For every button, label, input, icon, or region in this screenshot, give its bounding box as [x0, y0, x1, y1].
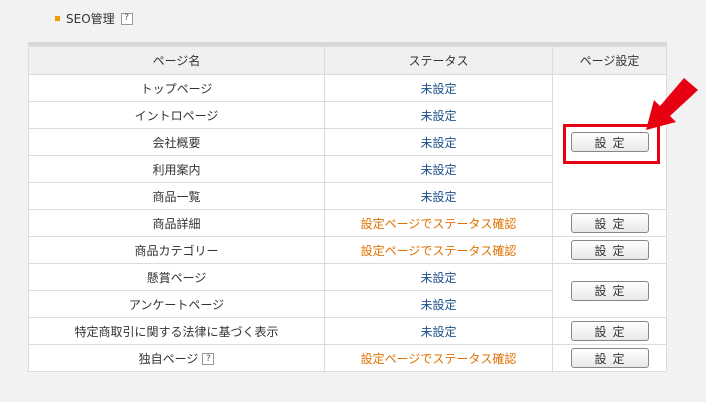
table-row: 独自ページ? 設定ページでステータス確認 設定 — [28, 344, 667, 372]
settings-cell: 設定 — [552, 236, 667, 264]
header-page-name: ページ名 — [28, 46, 325, 75]
page-name: 特定商取引に関する法律に基づく表示 — [28, 317, 325, 345]
settings-button-product-detail[interactable]: 設定 — [570, 213, 649, 233]
page-status: 未設定 — [323, 290, 554, 318]
page-name: 会社概要 — [28, 128, 325, 156]
page-status: 設定ページでステータス確認 — [323, 344, 554, 372]
page-name: 懸賞ページ — [28, 263, 325, 291]
page-status: 未設定 — [323, 101, 554, 129]
settings-cell: 設定 — [552, 317, 667, 345]
settings-button-legal[interactable]: 設定 — [570, 321, 649, 341]
table-row: 商品カテゴリー 設定ページでステータス確認 設定 — [28, 236, 667, 264]
red-arrow-icon — [646, 78, 698, 130]
settings-button-custom[interactable]: 設定 — [570, 348, 649, 368]
page-status: 未設定 — [323, 317, 554, 345]
table-row: 特定商取引に関する法律に基づく表示 未設定 設定 — [28, 317, 667, 345]
settings-button-product-category[interactable]: 設定 — [570, 240, 649, 260]
settings-button-campaign[interactable]: 設定 — [570, 280, 649, 301]
settings-cell: 設定 — [552, 209, 667, 237]
section-title: SEO管理 — [66, 12, 115, 26]
page-name: 商品カテゴリー — [28, 236, 325, 264]
header-status: ステータス — [323, 46, 554, 75]
bullet-icon — [55, 16, 60, 21]
page-name: 独自ページ — [138, 351, 199, 366]
page-status: 設定ページでステータス確認 — [323, 236, 554, 264]
page-name: 商品詳細 — [28, 209, 325, 237]
page-status: 設定ページでステータス確認 — [323, 209, 554, 237]
header-page-settings: ページ設定 — [552, 46, 667, 75]
help-icon[interactable]: ? — [202, 353, 215, 365]
table-row: 懸賞ページ 未設定 設定 — [28, 263, 667, 318]
settings-cell: 設定 — [552, 344, 667, 372]
table-row: トップページ 未設定 設定 — [28, 74, 667, 210]
page-name: 商品一覧 — [28, 182, 325, 210]
page-name: アンケートページ — [28, 290, 325, 318]
section-header: SEO管理 ? — [55, 10, 133, 27]
page-status: 未設定 — [323, 128, 554, 156]
page-status: 未設定 — [323, 74, 554, 102]
page-name-cell: 独自ページ? — [28, 344, 325, 372]
seo-table: ページ名 ステータス ページ設定 トップページ 未設定 設定 イントロページ 未… — [28, 46, 667, 372]
help-icon[interactable]: ? — [120, 12, 133, 25]
settings-cell: 設定 — [552, 263, 667, 318]
page-name: 利用案内 — [28, 155, 325, 183]
page-status: 未設定 — [323, 263, 554, 291]
table-header-row: ページ名 ステータス ページ設定 — [28, 46, 667, 75]
page-status: 未設定 — [323, 155, 554, 183]
page-name: イントロページ — [28, 101, 325, 129]
page-status: 未設定 — [323, 182, 554, 210]
table-row: 商品詳細 設定ページでステータス確認 設定 — [28, 209, 667, 237]
page-name: トップページ — [28, 74, 325, 102]
